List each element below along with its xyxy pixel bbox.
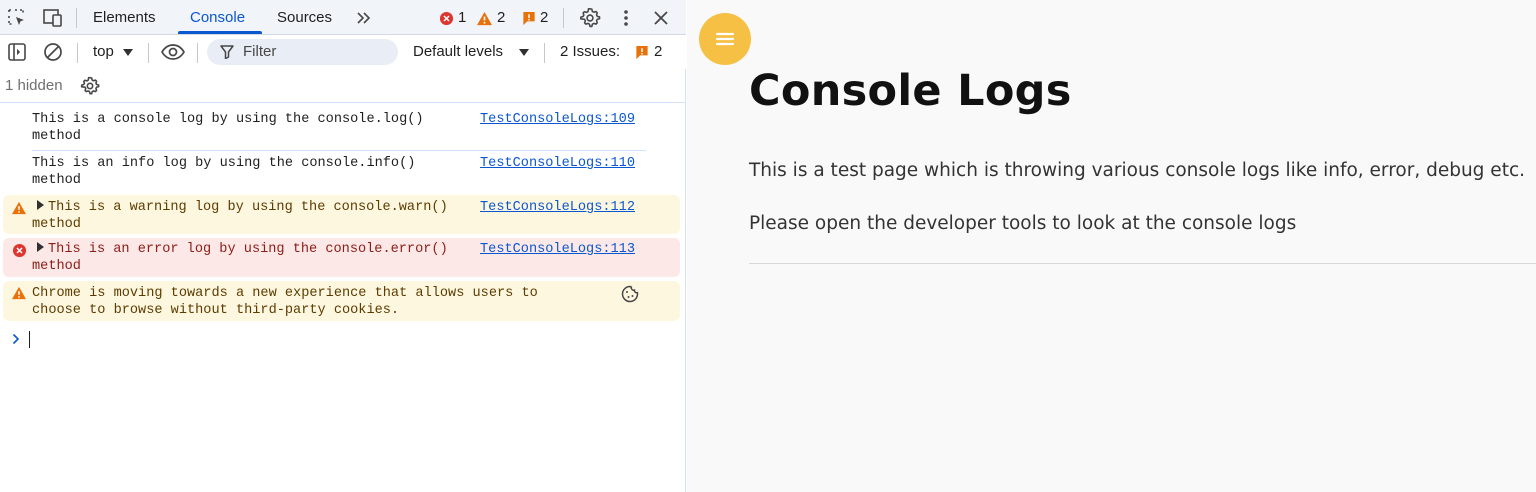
- cookie-icon[interactable]: [620, 284, 640, 304]
- issues-label[interactable]: 2 Issues:: [560, 35, 620, 69]
- filter-icon: [219, 44, 235, 60]
- log-levels-dropdown[interactable]: Default levels: [413, 35, 503, 69]
- issue-icon[interactable]: [634, 44, 650, 60]
- divider: [77, 43, 78, 63]
- message-text-continued: method: [32, 259, 81, 274]
- message-text[interactable]: This is an error log by using the consol…: [37, 241, 448, 258]
- message-text-continued: method: [32, 217, 81, 232]
- devtools-panel: Elements Console Sources 1 2 2 top Filte…: [0, 0, 686, 492]
- hidden-messages-row: 1 hidden: [0, 69, 686, 103]
- clear-console-icon[interactable]: [42, 41, 64, 63]
- console-message-warning: This is a warning log by using the conso…: [3, 195, 680, 234]
- close-icon[interactable]: [650, 7, 672, 29]
- message-text: Chrome is moving towards a new experienc…: [32, 286, 538, 301]
- message-text-continued: choose to browse without third-party coo…: [32, 303, 400, 318]
- live-expression-eye-icon[interactable]: [160, 42, 186, 62]
- hamburger-menu-icon: [715, 32, 735, 46]
- warning-icon: [11, 285, 27, 301]
- message-text-body: This is an error log by using the consol…: [48, 242, 448, 257]
- web-page: Console Logs This is a test page which i…: [687, 0, 1536, 492]
- divider: [563, 8, 564, 28]
- console-message-info: This is an info log by using the console…: [0, 154, 686, 192]
- source-link[interactable]: TestConsoleLogs:113: [480, 241, 635, 258]
- console-message-error: This is an error log by using the consol…: [3, 238, 680, 277]
- settings-gear-icon[interactable]: [578, 6, 602, 30]
- error-count[interactable]: 1: [458, 0, 466, 35]
- tab-console[interactable]: Console: [190, 0, 245, 35]
- error-icon: [11, 242, 27, 258]
- prompt-chevron-icon: [9, 331, 23, 347]
- console-input[interactable]: [24, 328, 674, 352]
- console-settings-gear-icon[interactable]: [79, 75, 101, 97]
- expand-triangle-icon[interactable]: [37, 242, 44, 252]
- tab-elements[interactable]: Elements: [93, 0, 156, 35]
- source-link[interactable]: TestConsoleLogs:109: [480, 111, 635, 128]
- horizontal-rule: [749, 263, 1536, 264]
- divider: [148, 43, 149, 63]
- more-options-icon[interactable]: [616, 7, 636, 29]
- warning-count-icon[interactable]: [475, 10, 493, 26]
- chevron-down-icon[interactable]: [518, 47, 530, 57]
- divider: [197, 43, 198, 63]
- expand-triangle-icon[interactable]: [37, 200, 44, 210]
- divider: [544, 43, 545, 63]
- message-text-continued: method: [32, 173, 81, 188]
- message-divider: [32, 150, 646, 151]
- page-instruction: Please open the developer tools to look …: [749, 213, 1297, 234]
- device-toolbar-icon[interactable]: [41, 7, 65, 29]
- message-text: This is a console log by using the conso…: [32, 112, 424, 127]
- issues-count[interactable]: 2: [654, 35, 662, 69]
- hidden-count-label: 1 hidden: [5, 77, 63, 94]
- message-text[interactable]: This is a warning log by using the conso…: [37, 199, 448, 216]
- issue-count-icon[interactable]: [521, 10, 537, 26]
- more-tabs-icon[interactable]: [354, 8, 374, 28]
- menu-button[interactable]: [699, 13, 751, 65]
- console-message-log: This is a console log by using the conso…: [0, 110, 686, 148]
- page-title: Console Logs: [749, 66, 1072, 116]
- divider: [76, 8, 77, 28]
- filter-input[interactable]: Filter: [207, 39, 398, 65]
- filter-placeholder: Filter: [243, 43, 277, 60]
- source-link[interactable]: TestConsoleLogs:112: [480, 199, 635, 216]
- source-link[interactable]: TestConsoleLogs:110: [480, 155, 635, 172]
- console-message-third-party-cookies: Chrome is moving towards a new experienc…: [3, 281, 680, 321]
- inspect-element-icon[interactable]: [6, 7, 28, 29]
- sidebar-toggle-icon[interactable]: [6, 41, 28, 63]
- message-text-continued: method: [32, 129, 81, 144]
- message-text: This is an info log by using the console…: [32, 156, 416, 171]
- warning-count[interactable]: 2: [497, 0, 505, 35]
- active-tab-indicator: [178, 31, 262, 34]
- context-selector[interactable]: top: [93, 35, 114, 69]
- issue-count[interactable]: 2: [540, 0, 548, 35]
- page-description: This is a test page which is throwing va…: [749, 160, 1525, 181]
- message-text-body: This is a warning log by using the conso…: [48, 200, 448, 215]
- chevron-down-icon[interactable]: [122, 47, 134, 57]
- error-count-icon[interactable]: [438, 10, 454, 26]
- warning-icon: [11, 200, 27, 216]
- devtools-tabbar: Elements Console Sources 1 2 2: [0, 0, 686, 35]
- tab-sources[interactable]: Sources: [277, 0, 332, 35]
